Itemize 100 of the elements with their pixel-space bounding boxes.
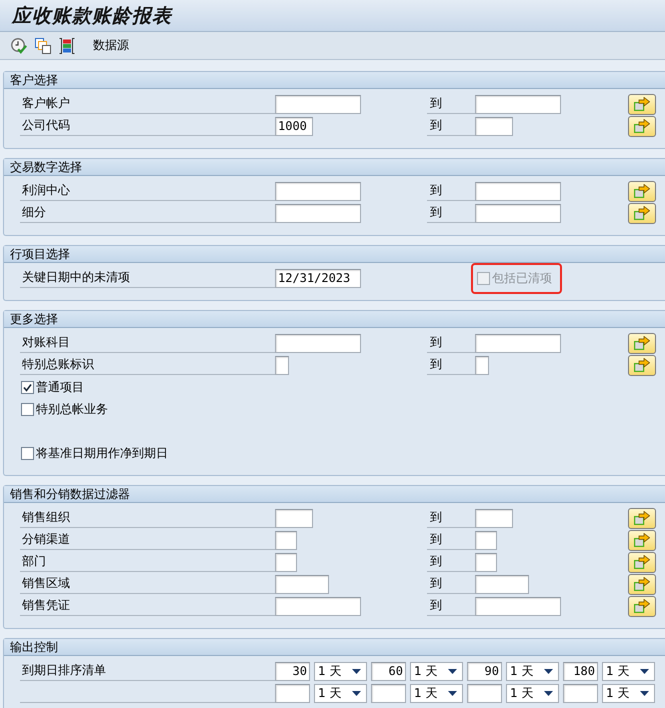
input-field[interactable]	[275, 356, 289, 374]
field-label: 到期日排序清单	[22, 662, 106, 679]
input-field[interactable]	[475, 596, 561, 616]
input-field[interactable]	[275, 334, 361, 352]
to-label: 到	[430, 117, 442, 134]
input-field[interactable]	[275, 508, 313, 528]
input-field[interactable]	[475, 552, 497, 572]
input-field[interactable]	[475, 182, 561, 200]
box-arrow-icon	[634, 577, 650, 591]
multiple-selection-button[interactable]	[628, 202, 656, 224]
group-header: 输出控制	[4, 639, 665, 656]
field-label: 销售区域	[22, 575, 70, 592]
checkbox[interactable]	[21, 402, 34, 416]
input-field[interactable]	[475, 574, 529, 594]
dropdown[interactable]: 1 天	[314, 684, 367, 702]
field-label: 细分	[22, 204, 46, 221]
input-field[interactable]: 1000	[275, 116, 313, 136]
window-title: 应收账款账龄报表	[12, 4, 172, 28]
checkbox-label: 包括已清项	[492, 270, 552, 286]
caret-icon	[352, 690, 361, 696]
input-field[interactable]	[275, 596, 361, 616]
input-field[interactable]	[275, 552, 297, 572]
to-label: 到	[430, 531, 442, 548]
input-field[interactable]	[275, 182, 361, 200]
box-arrow-icon	[634, 184, 650, 198]
caret-icon	[352, 668, 361, 674]
checkbox-label: 将基准日期用作净到期日	[36, 444, 168, 462]
input-field[interactable]	[275, 94, 361, 114]
box-arrow-icon	[634, 206, 650, 220]
box-arrow-icon	[634, 119, 650, 133]
input-field[interactable]: 180	[563, 662, 598, 680]
input-field[interactable]: 12/31/2023	[275, 268, 361, 288]
to-label: 到	[430, 334, 442, 351]
dropdown[interactable]: 1 天	[506, 662, 559, 680]
input-field[interactable]	[475, 116, 513, 136]
input-field[interactable]	[475, 334, 561, 352]
field-label: 销售组织	[22, 509, 70, 526]
multiple-selection-button[interactable]	[628, 596, 656, 616]
field-label: 客户帐户	[22, 95, 70, 112]
box-arrow-icon	[634, 336, 650, 350]
box-arrow-icon	[634, 97, 650, 111]
multiple-selection-button[interactable]	[628, 574, 656, 594]
input-field[interactable]	[275, 204, 361, 222]
box-arrow-icon	[634, 511, 650, 525]
to-label: 到	[430, 204, 442, 221]
multiple-selection-button[interactable]	[628, 354, 656, 376]
input-field[interactable]	[475, 508, 513, 528]
input-field[interactable]	[275, 684, 310, 702]
field-label: 利润中心	[22, 182, 70, 199]
field-label: 分销渠道	[22, 531, 70, 548]
to-label: 到	[430, 356, 442, 373]
checkbox[interactable]	[21, 380, 34, 394]
caret-icon	[544, 668, 553, 674]
input-field[interactable]	[275, 574, 329, 594]
input-field[interactable]	[275, 530, 297, 550]
input-field[interactable]	[371, 684, 406, 702]
caret-icon	[640, 668, 649, 674]
input-field[interactable]	[475, 204, 561, 222]
dropdown[interactable]: 1 天	[602, 684, 655, 702]
field-label: 特别总账标识	[22, 356, 94, 373]
box-arrow-icon	[634, 358, 650, 372]
group-header: 交易数字选择	[4, 159, 665, 176]
multiple-selection-button[interactable]	[628, 508, 656, 528]
input-field[interactable]: 90	[467, 662, 502, 680]
dropdown[interactable]: 1 天	[602, 662, 655, 680]
dropdown[interactable]: 1 天	[410, 684, 463, 702]
toolbar-button[interactable]: 数据源	[90, 35, 132, 56]
input-field[interactable]: 30	[275, 662, 310, 680]
multiple-selection-button[interactable]	[628, 116, 656, 136]
box-arrow-icon	[634, 533, 650, 547]
multiple-selection-button[interactable]	[628, 552, 656, 572]
group-header: 行项目选择	[4, 246, 665, 263]
multiple-selection-button[interactable]	[628, 332, 656, 354]
to-label: 到	[430, 95, 442, 112]
dropdown[interactable]: 1 天	[314, 662, 367, 680]
field-label: 销售凭证	[22, 597, 70, 614]
box-arrow-icon	[634, 555, 650, 569]
to-label: 到	[430, 509, 442, 526]
color-bars-icon[interactable]	[59, 38, 75, 54]
caret-icon	[448, 690, 457, 696]
field-label: 部门	[22, 553, 46, 570]
input-field[interactable]: 60	[371, 662, 406, 680]
input-field[interactable]	[563, 684, 598, 702]
input-field[interactable]	[475, 356, 489, 374]
field-label: 关键日期中的未清项	[22, 269, 130, 286]
to-label: 到	[430, 597, 442, 614]
multiple-selection-button[interactable]	[628, 530, 656, 550]
input-field[interactable]	[475, 94, 561, 114]
dropdown[interactable]: 1 天	[506, 684, 559, 702]
clock-check-icon[interactable]	[11, 38, 27, 54]
checkbox[interactable]	[21, 446, 34, 460]
input-field[interactable]	[475, 530, 497, 550]
multiple-selection-button[interactable]	[628, 94, 656, 114]
caret-icon	[544, 690, 553, 696]
multiple-selection-button[interactable]	[628, 180, 656, 202]
windows-icon[interactable]	[35, 38, 51, 54]
checkbox-label: 普通项目	[36, 378, 84, 396]
input-field[interactable]	[467, 684, 502, 702]
caret-icon	[640, 690, 649, 696]
dropdown[interactable]: 1 天	[410, 662, 463, 680]
